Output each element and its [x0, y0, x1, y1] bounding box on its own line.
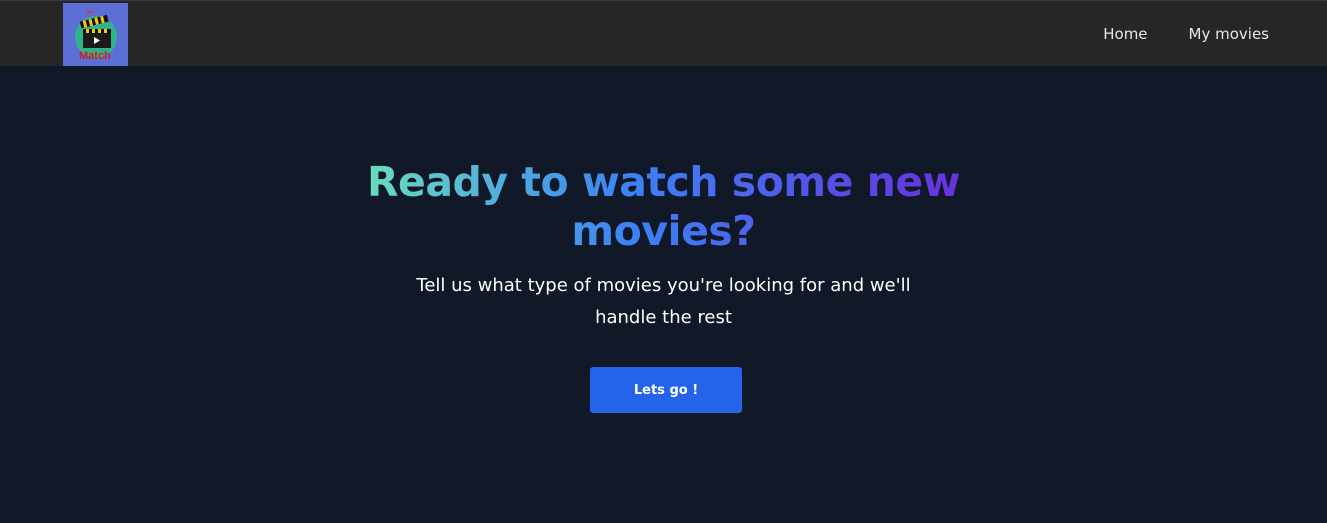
nav-link-my-movies[interactable]: My movies	[1189, 25, 1269, 43]
top-navbar: Match Home My movies	[0, 0, 1327, 66]
site-logo[interactable]: Match	[63, 3, 128, 66]
hero-title: Ready to watch some new movies?	[334, 158, 994, 256]
hero-section: Ready to watch some new movies? Tell us …	[0, 66, 1327, 523]
hero-subtitle: Tell us what type of movies you're looki…	[416, 275, 911, 328]
nav-link-home[interactable]: Home	[1103, 25, 1147, 43]
main-nav: Home My movies	[1103, 1, 1269, 67]
lets-go-button[interactable]: Lets go !	[590, 367, 742, 413]
logo-text: Match	[79, 50, 111, 62]
